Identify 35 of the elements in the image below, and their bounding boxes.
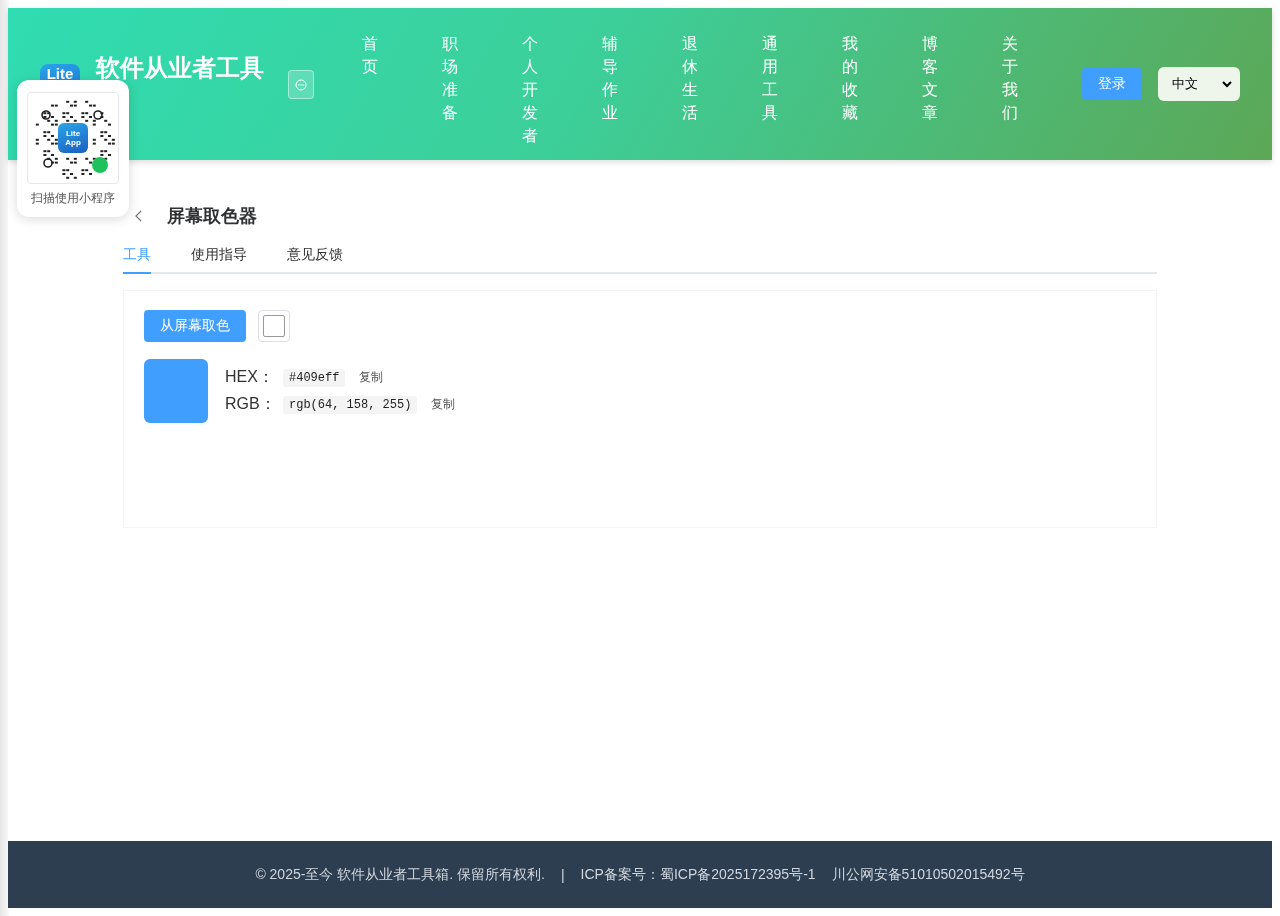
nav-link[interactable]: 个人开发者	[522, 32, 538, 147]
language-select[interactable]: 中文	[1158, 67, 1240, 101]
app-logo-icon: Lite App	[58, 123, 88, 153]
nav-link[interactable]: 博客文章	[922, 32, 938, 147]
tab[interactable]: 意见反馈	[287, 246, 343, 274]
icp-link[interactable]: ICP备案号：蜀ICP备2025172395号-1	[580, 865, 816, 884]
pick-color-button[interactable]: 从屏幕取色	[144, 310, 246, 342]
tab[interactable]: 使用指导	[191, 246, 247, 274]
value-label: HEX：	[225, 367, 273, 387]
nav-link[interactable]: 辅导作业	[602, 32, 618, 147]
nav-link[interactable]: 职场准备	[442, 32, 458, 147]
police-record-link[interactable]: 川公网安备51010502015492号	[831, 865, 1025, 884]
site-title: 软件从业者工具	[96, 54, 264, 82]
nav-link[interactable]: 退休生活	[682, 32, 698, 147]
chat-icon	[295, 78, 307, 91]
value-label: RGB：	[225, 394, 273, 414]
qr-caption: 扫描使用小程序	[31, 190, 115, 207]
copy-link[interactable]: 复制	[431, 396, 456, 413]
nav-link[interactable]: 我的收藏	[842, 32, 858, 147]
chevron-left-icon	[135, 210, 143, 222]
color-swatch	[144, 359, 208, 423]
separator-text: |	[560, 866, 565, 883]
chevron-down-icon	[1222, 80, 1232, 88]
copy-link[interactable]: 复制	[359, 369, 384, 386]
login-button[interactable]: 登录	[1082, 68, 1142, 100]
nav-link[interactable]: 关于我们	[1002, 32, 1018, 147]
nav-link[interactable]: 首页	[362, 32, 378, 147]
nav-link[interactable]: 通用工具	[762, 32, 778, 147]
chat-button[interactable]	[288, 70, 314, 99]
copyright-text: © 2025-至今 软件从业者工具箱. 保留所有权利.	[255, 865, 545, 884]
color-picker[interactable]	[258, 310, 290, 342]
tab[interactable]: 工具	[123, 246, 151, 274]
tool-title: 屏幕取色器	[167, 205, 257, 228]
color-value: rgb(64, 158, 255)	[283, 395, 418, 414]
color-value: #409eff	[283, 368, 346, 387]
